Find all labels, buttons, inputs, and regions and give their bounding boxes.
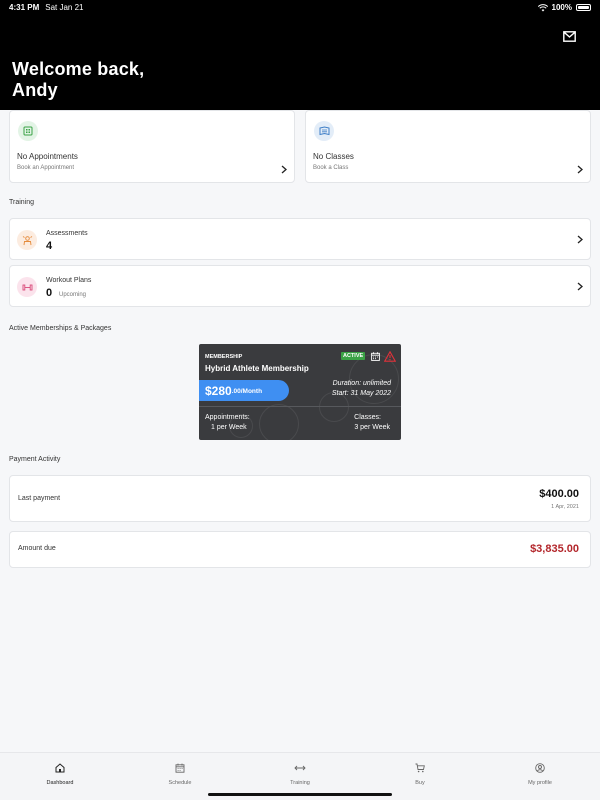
membership-card[interactable]: MEMBERSHIP Hybrid Athlete Membership ACT… — [199, 344, 401, 440]
assessments-row[interactable]: Assessments 4 — [9, 218, 591, 260]
memberships-section-label: Active Memberships & Packages — [9, 325, 112, 332]
amount-due-label: Amount due — [18, 545, 56, 552]
user-name: Andy — [12, 80, 58, 100]
divider — [199, 406, 401, 407]
last-payment-label: Last payment — [18, 495, 61, 502]
nav-dashboard[interactable]: Dashboard — [25, 763, 95, 786]
status-bar: 4:31 PM Sat Jan 21 100% — [0, 0, 600, 16]
workout-plans-title: Workout Plans — [46, 277, 92, 284]
price-amount: $280 — [205, 383, 232, 398]
appointments-card[interactable]: No Appointments Book an Appointment — [9, 110, 295, 183]
appointments-title: No Appointments — [17, 152, 78, 161]
classes-card[interactable]: No Classes Book a Class — [305, 110, 591, 183]
chevron-right-icon — [281, 165, 287, 174]
cart-icon — [415, 763, 425, 773]
calendar-icon[interactable] — [371, 352, 380, 361]
classes-value: 3 per Week — [354, 424, 390, 431]
warning-icon[interactable] — [384, 351, 396, 362]
calendar-icon — [175, 763, 185, 773]
membership-duration: Duration: unlimited Start: 31 May 2022 — [331, 380, 391, 397]
chevron-right-icon — [577, 282, 583, 291]
class-icon — [314, 121, 334, 141]
assessment-icon — [17, 230, 37, 250]
nav-training[interactable]: Training — [265, 763, 335, 786]
amount-due-card[interactable]: Amount due $3,835.00 — [9, 531, 591, 568]
welcome-title: Welcome back, Andy — [12, 59, 145, 100]
price-pill: $280.00/Month — [199, 380, 289, 401]
user-circle-icon — [535, 763, 545, 773]
dumbbell-icon — [17, 277, 37, 297]
workout-plans-count: 0 — [46, 287, 53, 299]
appointment-icon — [18, 121, 38, 141]
training-section-label: Training — [9, 199, 35, 206]
nav-buy[interactable]: Buy — [385, 763, 455, 786]
header: 4:31 PM Sat Jan 21 100% Welcome back, And… — [0, 0, 600, 110]
last-payment-card[interactable]: Last payment $400.00 1 Apr, 2021 — [9, 475, 591, 522]
nav-schedule[interactable]: Schedule — [145, 763, 215, 786]
last-payment-date: 1 Apr, 2021 — [551, 504, 579, 510]
last-payment-amount: $400.00 — [539, 488, 579, 500]
home-icon — [55, 763, 65, 773]
battery-icon — [576, 4, 591, 11]
nav-my-profile[interactable]: My profile — [505, 763, 575, 786]
status-badge: ACTIVE — [341, 352, 366, 360]
status-date: Sat Jan 21 — [45, 3, 84, 12]
classes-title: No Classes — [313, 152, 354, 161]
wifi-icon — [537, 3, 548, 11]
appointments-label: Appointments: — [205, 414, 250, 421]
price-period: .00/Month — [231, 388, 263, 395]
status-time: 4:31 PM — [9, 3, 40, 12]
chevron-right-icon — [577, 235, 583, 244]
classes-label: Classes: — [354, 414, 381, 421]
membership-name: Hybrid Athlete Membership — [205, 364, 309, 373]
assessments-title: Assessments — [46, 230, 88, 237]
amount-due-value: $3,835.00 — [530, 543, 579, 555]
book-class-link[interactable]: Book a Class — [313, 165, 348, 171]
workout-plans-row[interactable]: Workout Plans 0 Upcoming — [9, 265, 591, 307]
decorative-ring — [259, 404, 299, 440]
mail-icon[interactable] — [563, 31, 576, 42]
home-indicator — [208, 793, 392, 796]
payment-section-label: Payment Activity — [9, 456, 61, 463]
arrows-horizontal-icon — [294, 765, 306, 771]
workout-plans-subtitle: Upcoming — [59, 292, 87, 298]
chevron-right-icon — [577, 165, 583, 174]
appointments-value: 1 per Week — [211, 424, 247, 431]
assessments-count: 4 — [46, 240, 53, 252]
book-appointment-link[interactable]: Book an Appointment — [17, 165, 74, 171]
battery-percent: 100% — [551, 3, 572, 12]
membership-type: MEMBERSHIP — [205, 354, 243, 360]
membership-start: Start: 31 May 2022 — [331, 390, 391, 397]
